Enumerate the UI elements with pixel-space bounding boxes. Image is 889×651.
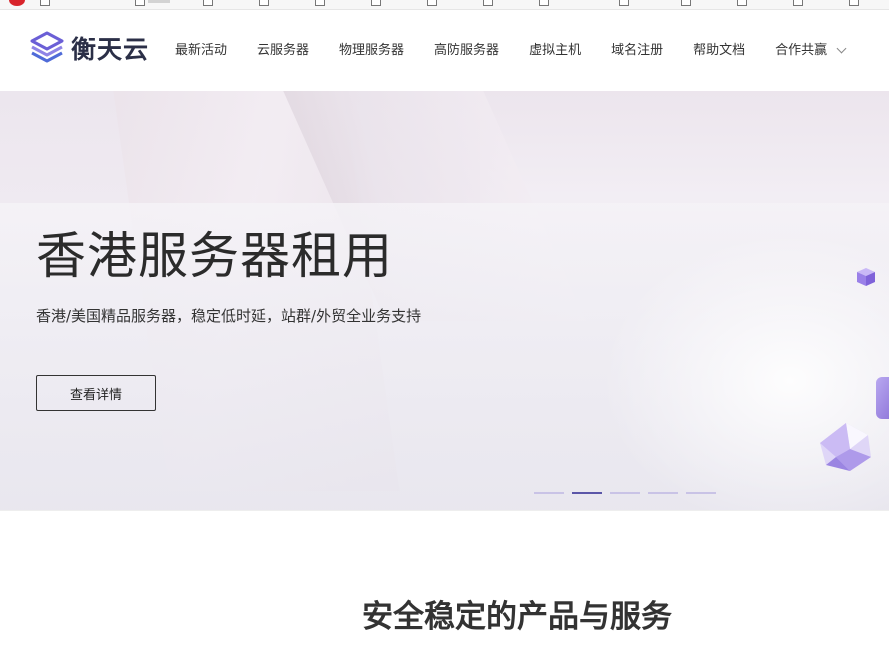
bookmark-icon[interactable]	[539, 0, 549, 6]
bookmark-label	[148, 0, 170, 3]
nav-item-physical-server[interactable]: 物理服务器	[339, 42, 404, 60]
nav-item-cloud-server[interactable]: 云服务器	[257, 42, 309, 60]
section-title: 安全稳定的产品与服务	[362, 599, 672, 635]
hero-subtitle: 香港/美国精品服务器，稳定低时延，站群/外贸全业务支持	[36, 307, 422, 325]
nav-item-latest-activities[interactable]: 最新活动	[175, 42, 227, 60]
bookmark-icon[interactable]	[203, 0, 213, 6]
carousel-dot[interactable]	[648, 492, 678, 494]
bookmark-icon[interactable]	[737, 0, 747, 6]
view-details-button[interactable]: 查看详情	[36, 375, 156, 411]
bookmark-icon[interactable]	[427, 0, 437, 6]
nav-item-help-docs[interactable]: 帮助文档	[693, 42, 745, 60]
carousel-dot-active[interactable]	[572, 492, 602, 494]
section-divider	[0, 510, 889, 511]
carousel-dot[interactable]	[610, 492, 640, 494]
bookmark-icon[interactable]	[793, 0, 803, 6]
nav-item-virtual-host[interactable]: 虚拟主机	[529, 42, 581, 60]
main-nav: 最新活动 云服务器 物理服务器 高防服务器 虚拟主机 域名注册 帮助文档 合作共…	[175, 42, 847, 60]
nav-item-partnership[interactable]: 合作共赢	[775, 42, 847, 60]
crystal-decoration-icon	[820, 423, 871, 471]
nav-item-label: 合作共赢	[775, 43, 828, 58]
chevron-down-icon	[836, 43, 847, 54]
carousel-dot[interactable]	[686, 492, 716, 494]
cube-decoration-icon	[857, 268, 875, 286]
crystal-decoration-icon	[876, 377, 889, 419]
bookmark-icon[interactable]	[315, 0, 325, 6]
site-header: 衡天云 最新活动 云服务器 物理服务器 高防服务器 虚拟主机 域名注册 帮助文档…	[0, 10, 889, 91]
carousel-indicators	[534, 492, 716, 494]
nav-item-ddos-server[interactable]: 高防服务器	[434, 42, 499, 60]
logo-icon	[30, 31, 64, 63]
hero-title: 香港服务器租用	[36, 227, 393, 285]
bookmark-icon[interactable]	[371, 0, 381, 6]
nav-item-domain-register[interactable]: 域名注册	[611, 42, 663, 60]
site-logo[interactable]: 衡天云	[29, 30, 149, 66]
bookmark-icon[interactable]	[619, 0, 629, 6]
bookmark-icon[interactable]	[135, 0, 145, 6]
bookmark-icon[interactable]	[849, 0, 859, 6]
bookmark-icon[interactable]	[259, 0, 269, 6]
brand-name: 衡天云	[71, 35, 150, 64]
browser-bookmarks-bar	[0, 0, 889, 10]
bookmark-icon[interactable]	[681, 0, 691, 6]
banner-backdrop	[480, 91, 889, 211]
hero-banner[interactable]: 香港服务器租用 香港/美国精品服务器，稳定低时延，站群/外贸全业务支持 查看详情	[0, 91, 889, 511]
bookmark-favicon[interactable]	[9, 0, 25, 6]
bookmark-icon[interactable]	[40, 0, 50, 6]
bookmark-icon[interactable]	[483, 0, 493, 6]
carousel-dot[interactable]	[534, 492, 564, 494]
